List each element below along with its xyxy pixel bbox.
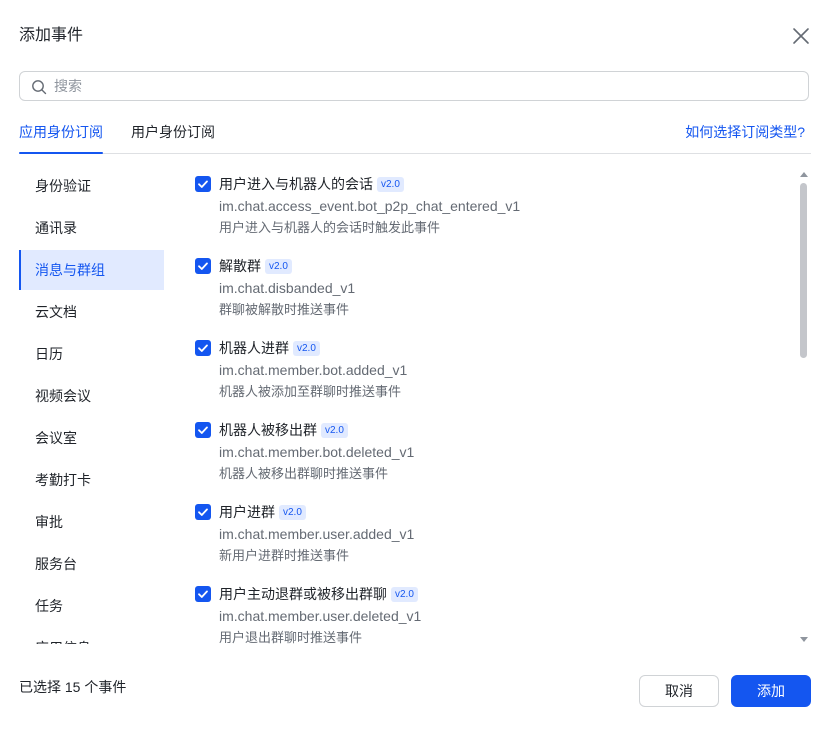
event-name: 机器人被移出群 — [219, 422, 317, 438]
sidebar-item-app-info[interactable]: 应用信息 — [19, 628, 164, 644]
sidebar-item-helpdesk[interactable]: 服务台 — [19, 544, 164, 584]
help-link[interactable]: 如何选择订阅类型? — [685, 122, 805, 142]
sidebar-item-docs[interactable]: 云文档 — [19, 292, 164, 332]
sidebar-item-approval[interactable]: 审批 — [19, 502, 164, 542]
sidebar-item-video-meeting[interactable]: 视频会议 — [19, 376, 164, 416]
event-description: 群聊被解散时推送事件 — [219, 302, 350, 317]
event-name: 机器人进群 — [219, 340, 289, 356]
check-icon — [198, 262, 208, 270]
sidebar-item-attendance[interactable]: 考勤打卡 — [19, 460, 164, 500]
tab-app-identity[interactable]: 应用身份订阅 — [19, 122, 103, 142]
event-description: 用户进入与机器人的会话时触发此事件 — [219, 220, 441, 235]
close-button[interactable] — [790, 25, 812, 47]
dialog-title: 添加事件 — [19, 27, 84, 44]
search-box — [19, 71, 809, 101]
search-icon — [32, 80, 47, 95]
sidebar-item-contacts[interactable]: 通讯录 — [19, 208, 164, 248]
event-checkbox[interactable] — [195, 586, 211, 602]
event-code: im.chat.member.user.deleted_v1 — [219, 608, 422, 624]
check-icon — [198, 426, 208, 434]
event-checkbox[interactable] — [195, 504, 211, 520]
check-icon — [198, 508, 208, 516]
version-badge: v2.0 — [279, 505, 306, 520]
search-input[interactable] — [54, 72, 754, 100]
sidebar-item-meeting-room[interactable]: 会议室 — [19, 418, 164, 458]
event-name: 用户进入与机器人的会话 — [219, 176, 373, 192]
check-icon — [198, 590, 208, 598]
event-checkbox[interactable] — [195, 176, 211, 192]
version-badge: v2.0 — [265, 259, 292, 274]
sidebar-item-tasks[interactable]: 任务 — [19, 586, 164, 626]
event-code: im.chat.access_event.bot_p2p_chat_entere… — [219, 198, 521, 214]
sidebar-item-calendar[interactable]: 日历 — [19, 334, 164, 374]
event-description: 机器人被移出群聊时推送事件 — [219, 466, 389, 481]
event-checkbox[interactable] — [195, 422, 211, 438]
event-code: im.chat.member.bot.deleted_v1 — [219, 444, 415, 460]
event-name: 用户进群 — [219, 504, 275, 520]
scroll-up-arrow-icon[interactable] — [799, 170, 809, 178]
event-name: 解散群 — [219, 258, 261, 274]
category-sidebar: 身份验证 通讯录 消息与群组 云文档 日历 视频会议 会议室 考勤打卡 审批 服… — [19, 166, 164, 644]
check-icon — [198, 180, 208, 188]
cancel-button[interactable]: 取消 — [639, 675, 719, 707]
event-item: 用户进群 v2.0 im.chat.member.user.added_v1 新用… — [194, 498, 784, 568]
event-item: 机器人进群 v2.0 im.chat.member.bot.added_v1 机器… — [194, 334, 784, 404]
scroll-down-arrow-icon[interactable] — [799, 636, 809, 644]
event-checkbox[interactable] — [195, 258, 211, 274]
event-description: 机器人被添加至群聊时推送事件 — [219, 384, 402, 399]
check-icon — [198, 344, 208, 352]
event-code: im.chat.disbanded_v1 — [219, 280, 356, 296]
event-list: 用户进入与机器人的会话 v2.0 im.chat.access_event.bot… — [194, 166, 789, 644]
event-item: 机器人被移出群 v2.0 im.chat.member.bot.deleted_v… — [194, 416, 784, 486]
active-tab-indicator — [19, 152, 103, 154]
event-item: 用户进入与机器人的会话 v2.0 im.chat.access_event.bot… — [194, 170, 784, 240]
event-code: im.chat.member.user.added_v1 — [219, 526, 415, 542]
tab-user-identity[interactable]: 用户身份订阅 — [131, 122, 215, 142]
event-description: 新用户进群时推送事件 — [219, 548, 350, 563]
close-icon — [793, 28, 809, 44]
event-item: 用户主动退群或被移出群聊 v2.0 im.chat.member.user.del… — [194, 580, 784, 644]
event-description: 用户退出群聊时推送事件 — [219, 630, 363, 644]
event-code: im.chat.member.bot.added_v1 — [219, 362, 408, 378]
dialog-header: 添加事件 — [19, 24, 812, 48]
scrollbar-thumb[interactable] — [800, 183, 807, 358]
sidebar-item-messages-groups[interactable]: 消息与群组 — [19, 250, 164, 290]
event-checkbox[interactable] — [195, 340, 211, 356]
sidebar-item-identity[interactable]: 身份验证 — [19, 166, 164, 206]
add-button[interactable]: 添加 — [731, 675, 811, 707]
version-badge: v2.0 — [391, 587, 418, 602]
version-badge: v2.0 — [377, 177, 404, 192]
version-badge: v2.0 — [321, 423, 348, 438]
add-event-dialog: 添加事件 应用身份订阅 用户身份订阅 如何选择订阅类型? 身份验证 通讯录 消息… — [0, 0, 831, 729]
selected-count: 已选择 15 个事件 — [19, 679, 127, 695]
version-badge: v2.0 — [293, 341, 320, 356]
event-name: 用户主动退群或被移出群聊 — [219, 586, 387, 602]
subscription-tabs: 应用身份订阅 用户身份订阅 如何选择订阅类型? — [19, 118, 811, 154]
event-item: 解散群 v2.0 im.chat.disbanded_v1 群聊被解散时推送事件 — [194, 252, 784, 322]
